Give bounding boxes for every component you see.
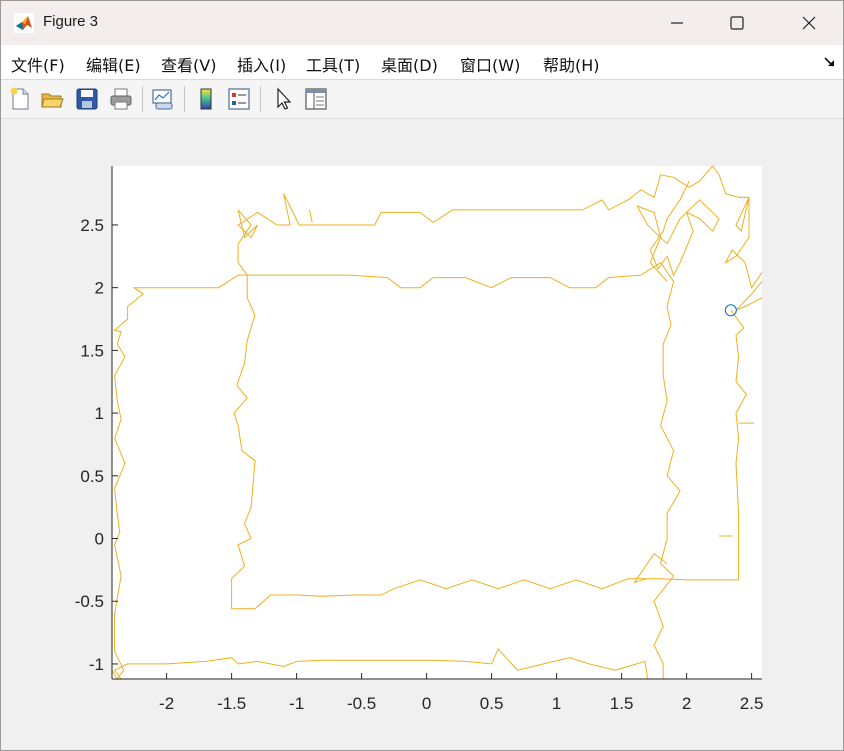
x-tick-label: -1.5 [217,694,246,713]
y-tick-label: 0.5 [80,467,104,486]
window-title: Figure 3 [43,13,99,30]
x-tick-label: 2 [682,694,691,713]
y-tick-label: -1 [89,655,104,674]
minimize-button[interactable] [653,1,701,45]
y-tick-label: 2 [95,279,104,298]
minimize-icon [671,22,683,24]
link-plot-icon[interactable] [150,86,176,112]
open-file-icon[interactable] [39,86,65,112]
matlab-icon [14,13,34,33]
plot-svg: -2 -1.5 -1 -0.5 0 0.5 1 1.5 2 2.5 -1 -0.5 0 0.5 1 1.5 2… [75,165,764,713]
figure-toolbar [1,80,843,119]
x-tick-label: 2.5 [740,694,764,713]
menu-file[interactable]: 文件(F) [11,52,65,76]
axes-background [112,166,762,679]
close-icon [802,16,816,30]
property-inspector-icon[interactable] [303,86,329,112]
print-icon[interactable] [108,86,134,112]
menu-help[interactable]: 帮助(H) [543,52,600,76]
x-tick-label: -1 [289,694,304,713]
new-figure-icon[interactable] [7,86,33,112]
toolbar-separator [260,86,261,112]
close-button[interactable] [785,1,833,45]
save-icon[interactable] [74,86,100,112]
figure-canvas[interactable]: -2 -1.5 -1 -0.5 0 0.5 1 1.5 2 2.5 -1 -0.5 0 0.5 1 1.5 2… [1,119,843,750]
y-tick-label: 1 [95,404,104,423]
menu-desktop[interactable]: 桌面(D) [381,52,438,76]
x-tick-label: 0.5 [480,694,504,713]
maximize-icon [730,16,744,30]
menu-edit[interactable]: 编辑(E) [86,52,141,76]
colorbar-icon[interactable] [193,86,219,112]
pointer-icon[interactable] [270,86,296,112]
x-tick-label: 1 [552,694,561,713]
title-bar[interactable]: Figure 3 [1,1,843,45]
x-tick-label: 1.5 [610,694,634,713]
menu-tools[interactable]: 工具(T) [306,52,360,76]
toolbar-separator [184,86,185,112]
x-tick-label: -0.5 [347,694,376,713]
maximize-button[interactable] [713,1,761,45]
menu-view[interactable]: 查看(V) [161,52,216,76]
dock-arrow-icon[interactable] [823,55,837,69]
y-tick-label: -0.5 [75,592,104,611]
legend-icon[interactable] [226,86,252,112]
menu-insert[interactable]: 插入(I) [237,52,286,76]
menu-bar: 文件(F) 编辑(E) 查看(V) 插入(I) 工具(T) 桌面(D) 窗口(W… [1,45,843,80]
figure-window: Figure 3 文件(F) 编辑(E) 查看(V) 插入(I) 工具(T) 桌… [0,0,844,751]
x-tick-label: -2 [159,694,174,713]
x-tick-label: 0 [422,694,431,713]
menu-window[interactable]: 窗口(W) [460,52,520,76]
y-tick-label: 1.5 [80,341,104,360]
y-tick-label: 0 [95,530,104,549]
toolbar-separator [142,86,143,112]
y-tick-label: 2.5 [80,216,104,235]
